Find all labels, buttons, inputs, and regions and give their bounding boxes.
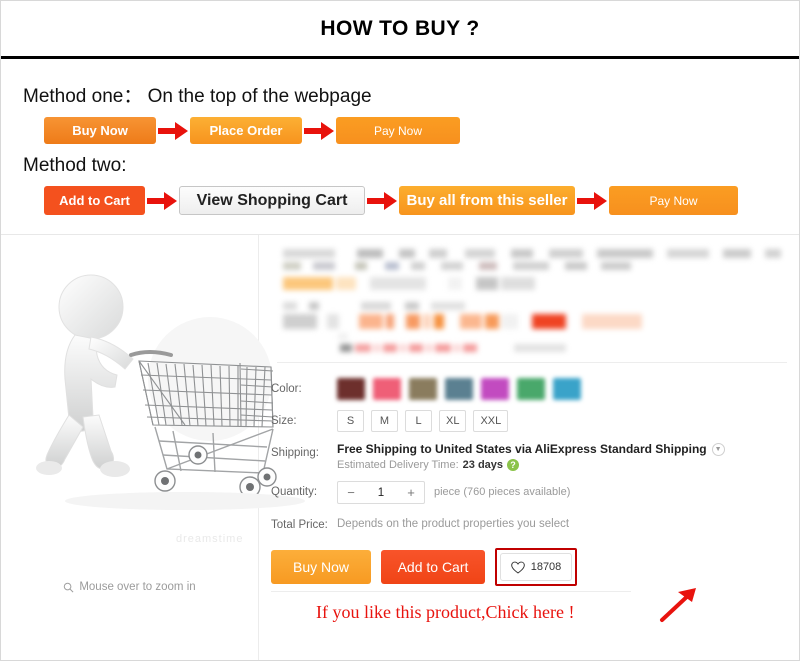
chevron-down-icon[interactable]: ▼ — [711, 442, 725, 456]
redacted-price-line — [283, 314, 781, 329]
product-actions: Buy Now Add to Cart 18708 — [271, 548, 577, 586]
size-label: Size: — [271, 415, 297, 427]
arrow-up-right-icon — [660, 588, 696, 622]
add-to-cart-button[interactable]: Add to Cart — [381, 550, 485, 584]
color-swatch[interactable] — [445, 378, 473, 400]
shipping-select[interactable]: Free Shipping to United States via AliEx… — [337, 442, 725, 456]
buy-now-button[interactable]: Buy Now — [271, 550, 371, 584]
redacted-line — [283, 262, 781, 270]
redacted-line — [283, 302, 781, 310]
total-price-label: Total Price: — [271, 519, 328, 531]
size-option-xxl[interactable]: XXL — [473, 410, 509, 432]
shipping-row: Shipping: Free Shipping to United States… — [271, 442, 791, 471]
size-option-l[interactable]: L — [405, 410, 432, 432]
delivery-value: 23 days — [462, 459, 504, 471]
product-options: Color: Size: S M L XL XXL Shipping: Free… — [271, 378, 791, 541]
size-option-m[interactable]: M — [371, 410, 398, 432]
color-swatch[interactable] — [337, 378, 365, 400]
color-swatch[interactable] — [517, 378, 545, 400]
view-shopping-cart-button-step[interactable]: View Shopping Cart — [179, 186, 365, 215]
arrow-right-icon — [365, 188, 399, 214]
header: HOW TO BUY ? — [1, 1, 799, 59]
method-two-label: Method two: — [23, 155, 127, 176]
pay-now-button-step[interactable]: Pay Now — [336, 117, 460, 144]
actions-divider — [271, 591, 631, 592]
annotation-text: If you like this product,Chick here ! — [316, 602, 575, 622]
quantity-row: Quantity: − + piece (760 pieces availabl… — [271, 481, 791, 504]
quantity-availability: piece (760 pieces available) — [434, 486, 571, 498]
magnifier-icon — [64, 582, 74, 592]
product-image-pane: dreamstime Mouse over to zoom in — [1, 235, 305, 660]
buy-now-button-step[interactable]: Buy Now — [44, 117, 156, 144]
redacted-highlight-line — [283, 277, 781, 290]
zoom-hint[interactable]: Mouse over to zoom in — [1, 581, 258, 593]
arrow-right-icon — [302, 118, 336, 144]
size-options: S M L XL XXL — [337, 410, 509, 432]
quantity-label: Quantity: — [271, 486, 318, 498]
total-price-row: Total Price: Depends on the product prop… — [271, 514, 791, 531]
buy-all-from-seller-button-step[interactable]: Buy all from this seller — [399, 186, 575, 215]
total-price-value: Depends on the product properties you se… — [337, 518, 570, 530]
shipping-content: Free Shipping to United States via AliEx… — [337, 442, 725, 471]
redacted-line — [283, 249, 781, 258]
redacted-product-info — [271, 235, 787, 352]
size-row: Size: S M L XL XXL — [271, 410, 791, 432]
pay-now-button-step-2[interactable]: Pay Now — [609, 186, 738, 215]
color-row: Color: — [271, 378, 791, 400]
place-order-button-step[interactable]: Place Order — [190, 117, 302, 144]
quantity-decrease-button[interactable]: − — [338, 485, 364, 500]
delivery-label: Estimated Delivery Time: — [337, 459, 459, 471]
color-swatches[interactable] — [337, 378, 581, 400]
color-label: Color: — [271, 383, 302, 395]
quantity-stepper[interactable]: − + — [337, 481, 425, 504]
arrow-right-icon — [575, 188, 609, 214]
shipping-label: Shipping: — [271, 447, 319, 459]
method-one-flow: Buy Now Place Order Pay Now — [1, 117, 799, 144]
arrow-right-icon — [156, 118, 190, 144]
favorite-highlight-box: 18708 — [495, 548, 577, 586]
size-option-xl[interactable]: XL — [439, 410, 467, 432]
quantity-input[interactable] — [364, 485, 398, 500]
method-one-label: Method one： On the top of the webpage — [23, 86, 372, 107]
quantity-increase-button[interactable]: + — [398, 485, 424, 500]
favorite-button[interactable]: 18708 — [500, 553, 572, 581]
redacted-line — [283, 333, 781, 340]
how-to-buy-infographic: HOW TO BUY ? Method one： On the top of t… — [0, 0, 800, 661]
add-to-cart-button-step[interactable]: Add to Cart — [44, 186, 145, 215]
details-divider — [277, 362, 787, 363]
arrow-right-icon — [145, 188, 179, 214]
size-option-s[interactable]: S — [337, 410, 364, 432]
image-watermark: dreamstime — [176, 533, 244, 545]
shipping-value: Free Shipping to United States via AliEx… — [337, 442, 707, 456]
color-swatch[interactable] — [409, 378, 437, 400]
question-mark-icon[interactable]: ? — [507, 459, 520, 471]
zoom-hint-label: Mouse over to zoom in — [79, 581, 196, 593]
redacted-line — [283, 344, 781, 352]
product-details-pane: Color: Size: S M L XL XXL Shipping: Free… — [259, 235, 799, 660]
color-swatch[interactable] — [481, 378, 509, 400]
color-swatch[interactable] — [553, 378, 581, 400]
heart-icon — [510, 561, 525, 573]
color-swatch[interactable] — [373, 378, 401, 400]
favorite-count: 18708 — [530, 561, 562, 573]
method-two-flow: Add to Cart View Shopping Cart Buy all f… — [1, 186, 799, 215]
page-title: HOW TO BUY ? — [320, 16, 480, 40]
delivery-estimate: Estimated Delivery Time: 23 days ? — [337, 459, 725, 471]
